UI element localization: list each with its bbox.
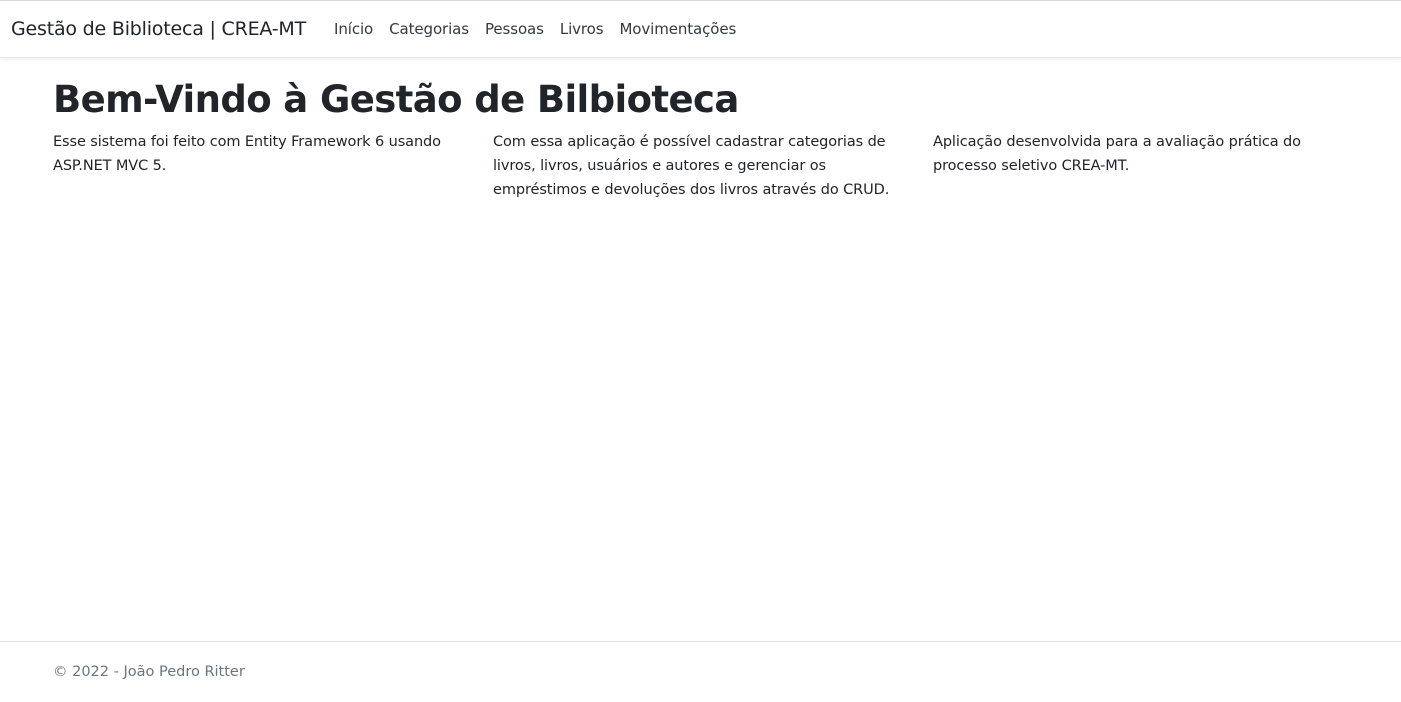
nav-link-movimentacoes[interactable]: Movimentações bbox=[611, 12, 744, 46]
top-navbar: Gestão de Biblioteca | CREA-MT Início Ca… bbox=[0, 0, 1401, 58]
nav-menu: Início Categorias Pessoas Livros Movimen… bbox=[326, 12, 744, 46]
nav-link-categorias[interactable]: Categorias bbox=[381, 12, 477, 46]
info-column-features: Com essa aplicação é possível cadastrar … bbox=[493, 134, 890, 199]
nav-link-pessoas[interactable]: Pessoas bbox=[477, 12, 552, 46]
main-content: Bem-Vindo à Gestão de Bilbioteca Esse si… bbox=[53, 58, 1373, 202]
info-column-framework: Esse sistema foi feito com Entity Framew… bbox=[53, 134, 441, 175]
nav-item-pessoas: Pessoas bbox=[477, 12, 552, 46]
page: Gestão de Biblioteca | CREA-MT Início Ca… bbox=[0, 0, 1401, 702]
nav-link-inicio[interactable]: Início bbox=[326, 12, 381, 46]
nav-item-movimentacoes: Movimentações bbox=[611, 12, 744, 46]
page-title: Bem-Vindo à Gestão de Bilbioteca bbox=[53, 78, 739, 121]
nav-link-livros[interactable]: Livros bbox=[552, 12, 612, 46]
info-columns: Esse sistema foi feito com Entity Framew… bbox=[53, 130, 1373, 202]
nav-item-inicio: Início bbox=[326, 12, 381, 46]
page-footer: © 2022 - João Pedro Ritter bbox=[0, 641, 1401, 702]
info-column-purpose: Aplicação desenvolvida para a avaliação … bbox=[933, 134, 1301, 175]
nav-item-livros: Livros bbox=[552, 12, 612, 46]
brand-link[interactable]: Gestão de Biblioteca | CREA-MT bbox=[11, 18, 306, 40]
copyright-text: © 2022 - João Pedro Ritter bbox=[53, 664, 245, 680]
nav-item-categorias: Categorias bbox=[381, 12, 477, 46]
